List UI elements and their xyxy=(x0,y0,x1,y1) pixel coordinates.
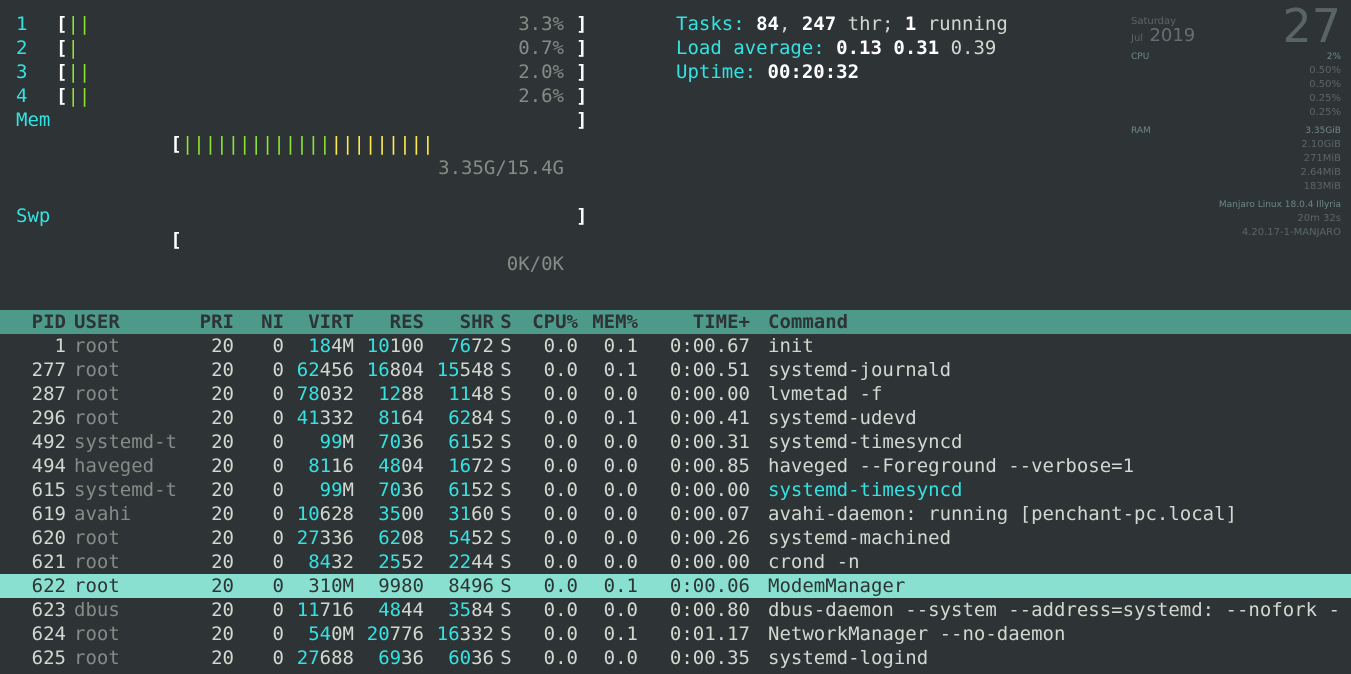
process-row[interactable]: 619avahi20010628 3500 3160S0.00.00:00.07… xyxy=(16,502,1351,526)
process-row[interactable]: 492systemd-t200 99M 7036 6152S0.00.00:00… xyxy=(16,430,1351,454)
cpu-meter-3: 3[||2.0%] xyxy=(16,60,636,84)
swp-meter: Swp [ 0K/0K ] xyxy=(16,204,636,300)
process-row[interactable]: 494haveged200 8116 4804 1672S0.00.00:00.… xyxy=(16,454,1351,478)
process-row[interactable]: 620root20027336 6208 5452S0.00.00:00.26s… xyxy=(16,526,1351,550)
system-summary: Tasks: 84, 247 thr; 1 running Load avera… xyxy=(676,12,1008,300)
process-row[interactable]: 622root200 310M 9980 8496S0.00.10:00.06M… xyxy=(0,574,1351,598)
cpu-meter-4: 4[||2.6%] xyxy=(16,84,636,108)
process-row[interactable]: 287root20078032 1288 1148S0.00.00:00.00l… xyxy=(16,382,1351,406)
process-list[interactable]: 1root200 184M10100 7672S0.00.10:00.67ini… xyxy=(16,334,1351,674)
process-row[interactable]: 632root200 310M 9980 8496S0.00.10:00.00M… xyxy=(16,670,1351,674)
process-row[interactable]: 615systemd-t200 99M 7036 6152S0.00.00:00… xyxy=(16,478,1351,502)
process-row[interactable]: 1root200 184M10100 7672S0.00.10:00.67ini… xyxy=(16,334,1351,358)
htop-screen[interactable]: 1[||3.3%]2[|0.7%]3[||2.0%]4[||2.6%] Mem … xyxy=(0,0,1351,674)
cpu-meter-2: 2[|0.7%] xyxy=(16,36,636,60)
top-area: 1[||3.3%]2[|0.7%]3[||2.0%]4[||2.6%] Mem … xyxy=(16,12,1351,300)
process-header[interactable]: PID USER PRI NI VIRT RES SHR S CPU% MEM%… xyxy=(0,310,1351,334)
mem-meter: Mem [|||||||||||||||||||||| 3.35G/15.4G … xyxy=(16,108,636,204)
process-row[interactable]: 277root200624561680415548S0.00.10:00.51s… xyxy=(16,358,1351,382)
process-row[interactable]: 624root200 540M2077616332S0.00.10:01.17N… xyxy=(16,622,1351,646)
process-row[interactable]: 296root20041332 8164 6284S0.00.10:00.41s… xyxy=(16,406,1351,430)
meters-panel: 1[||3.3%]2[|0.7%]3[||2.0%]4[||2.6%] Mem … xyxy=(16,12,636,300)
cpu-meter-1: 1[||3.3%] xyxy=(16,12,636,36)
process-row[interactable]: 625root20027688 6936 6036S0.00.00:00.35s… xyxy=(16,646,1351,670)
process-row[interactable]: 621root200 8432 2552 2244S0.00.00:00.00c… xyxy=(16,550,1351,574)
process-row[interactable]: 623dbus20011716 4844 3584S0.00.00:00.80d… xyxy=(16,598,1351,622)
